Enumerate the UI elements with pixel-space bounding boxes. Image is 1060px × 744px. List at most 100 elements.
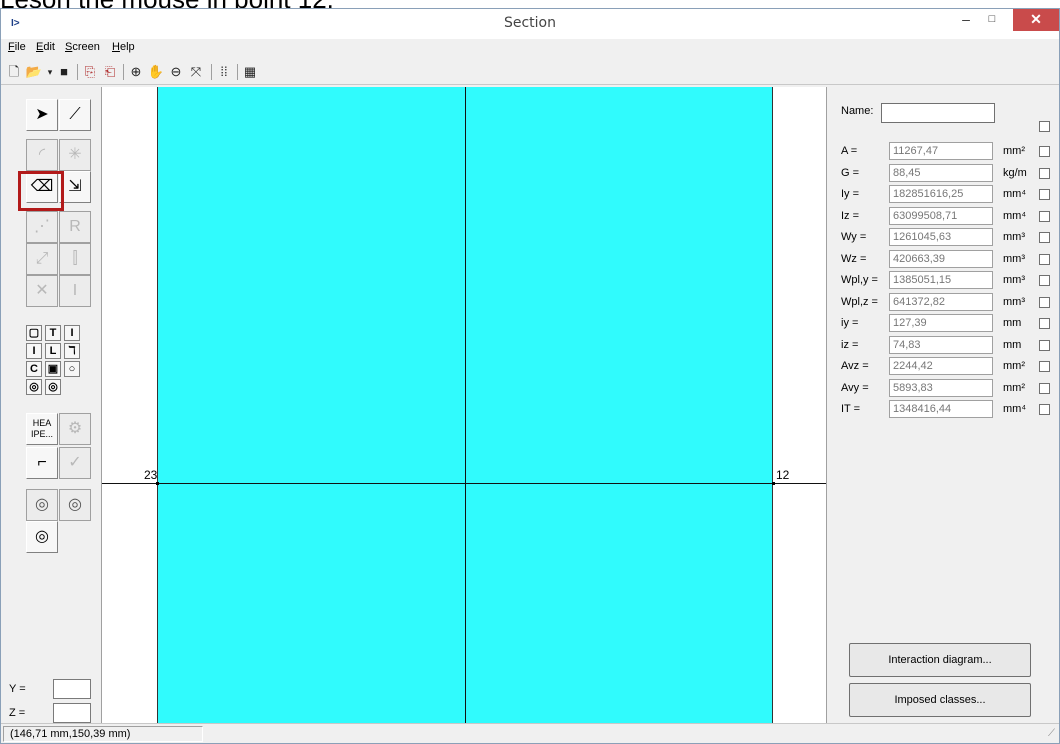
i-asym-shape-icon[interactable]: I	[26, 343, 42, 359]
property-checkbox[interactable]	[1039, 361, 1050, 372]
draw-line-icon[interactable]: ⟋	[59, 99, 91, 131]
save-icon[interactable]: ■	[55, 63, 73, 81]
property-label: Avz =	[841, 360, 869, 372]
y-input[interactable]	[53, 679, 91, 699]
grid-icon[interactable]: ⁞⁞	[215, 63, 233, 81]
interaction-diagram-button[interactable]: Interaction diagram...	[849, 643, 1031, 677]
property-checkbox[interactable]	[1039, 254, 1050, 265]
imposed-classes-button[interactable]: Imposed classes...	[849, 683, 1031, 717]
property-checkbox[interactable]	[1039, 146, 1050, 157]
fold-icon[interactable]: ✓	[59, 447, 91, 479]
property-checkbox[interactable]	[1039, 404, 1050, 415]
property-unit: mm⁴	[1003, 403, 1027, 415]
drawing-canvas[interactable]: 23 12	[101, 87, 827, 723]
box-shape-icon[interactable]: ▣	[45, 361, 61, 377]
select-point-icon[interactable]: ➤	[26, 99, 58, 131]
i-shape-icon[interactable]: I	[64, 325, 80, 341]
i-beam-icon[interactable]: I	[59, 275, 91, 307]
intersect-icon[interactable]: ◎	[26, 521, 58, 553]
property-value: 11267,47	[889, 142, 993, 160]
point-marker[interactable]	[772, 482, 775, 485]
maximize-button[interactable]: □	[979, 9, 1005, 31]
property-value: 641372,82	[889, 293, 993, 311]
profile-library-button[interactable]: HEA IPE...	[26, 413, 58, 445]
menu-file[interactable]: File	[8, 41, 26, 53]
z-shape-icon[interactable]: ℸ	[64, 343, 80, 359]
copy-icon[interactable]: ⎘	[81, 63, 99, 81]
shear-center-icon[interactable]: ✕	[26, 275, 58, 307]
zoom-in-icon[interactable]: ⊕	[127, 63, 145, 81]
property-unit: mm⁴	[1003, 210, 1027, 222]
tube-alt-shape-icon[interactable]: ◎	[45, 379, 61, 395]
circle-shape-icon[interactable]: ○	[64, 361, 80, 377]
property-value: 127,39	[889, 314, 993, 332]
rectangle-shape-icon[interactable]: ▢	[26, 325, 42, 341]
property-checkbox[interactable]	[1039, 340, 1050, 351]
material-icon[interactable]: ⚙	[59, 413, 91, 445]
zoom-out-icon[interactable]: ⊖	[167, 63, 185, 81]
property-label: G =	[841, 167, 860, 179]
cursor-coordinates: (146,71 mm,150,39 mm)	[3, 726, 203, 742]
property-checkbox[interactable]	[1039, 189, 1050, 200]
polygon-icon[interactable]: ⌐	[26, 447, 58, 479]
menu-screen[interactable]: Screen	[65, 41, 100, 53]
property-checkbox[interactable]	[1039, 383, 1050, 394]
property-checkbox[interactable]	[1039, 297, 1050, 308]
property-unit: mm²	[1003, 145, 1025, 157]
y-label: Y =	[9, 683, 26, 695]
l-shape-icon[interactable]: L	[45, 343, 61, 359]
property-label: Wz =	[841, 253, 867, 265]
thickness-icon[interactable]: ⤢	[26, 243, 58, 275]
radius-icon[interactable]: R	[59, 211, 91, 243]
t-shape-icon[interactable]: T	[45, 325, 61, 341]
calculator-icon[interactable]: ▦	[241, 63, 259, 81]
property-value: 63099508,71	[889, 207, 993, 225]
toolbar-separator	[77, 64, 78, 80]
property-label: IT =	[841, 403, 861, 415]
toolbar: 🗋 📂 ▾ ■ ⎘ ⎗ ⊕ ✋ ⊖ ⤧ ⁞⁞ ▦	[1, 59, 1059, 85]
star-point-icon[interactable]: ✳	[59, 139, 91, 171]
zoom-extents-icon[interactable]: ⤧	[187, 63, 205, 81]
union-icon[interactable]: ◎	[26, 489, 58, 521]
status-bar: (146,71 mm,150,39 mm) ⟋	[1, 723, 1059, 743]
property-unit: mm³	[1003, 231, 1025, 243]
resize-grip-icon[interactable]: ⟋	[1048, 728, 1055, 739]
property-checkbox[interactable]	[1039, 318, 1050, 329]
property-checkbox[interactable]	[1039, 232, 1050, 243]
property-value: 420663,39	[889, 250, 993, 268]
point-label-23: 23	[144, 468, 158, 482]
name-checkbox[interactable]	[1039, 121, 1050, 132]
property-label: Iz =	[841, 210, 860, 222]
property-value: 74,83	[889, 336, 993, 354]
c-shape-icon[interactable]: C	[26, 361, 42, 377]
minimize-button[interactable]: –	[953, 9, 979, 31]
dimension-icon[interactable]: ⋰	[26, 211, 58, 243]
new-icon[interactable]: 🗋	[5, 63, 23, 81]
menu-edit[interactable]: Edit	[36, 41, 55, 53]
property-checkbox[interactable]	[1039, 211, 1050, 222]
name-label: Name:	[841, 105, 874, 117]
z-input[interactable]	[53, 703, 91, 723]
property-checkbox[interactable]	[1039, 275, 1050, 286]
property-checkbox[interactable]	[1039, 168, 1050, 179]
name-input[interactable]	[881, 103, 995, 123]
menu-bar: File Edit Screen Help	[1, 39, 1059, 59]
profile-icon[interactable]: ⫿	[59, 243, 91, 275]
close-button[interactable]: ✕	[1013, 9, 1059, 31]
property-label: Wpl,y =	[841, 274, 878, 286]
tube-shape-icon[interactable]: ◎	[26, 379, 42, 395]
subtract-icon[interactable]: ◎	[59, 489, 91, 521]
property-label: Iy =	[841, 188, 860, 200]
property-label: iz =	[841, 339, 859, 351]
window-title: Section	[503, 15, 556, 31]
property-unit: mm³	[1003, 296, 1025, 308]
property-label: Wpl,z =	[841, 296, 878, 308]
menu-help[interactable]: Help	[112, 41, 135, 53]
pan-icon[interactable]: ✋	[147, 63, 165, 81]
point-marker[interactable]	[156, 482, 159, 485]
paste-icon[interactable]: ⎗	[101, 63, 119, 81]
title-bar[interactable]: I> Section – □ ✕	[1, 9, 1059, 39]
arc-icon[interactable]: ◜	[26, 139, 58, 171]
property-value: 182851616,25	[889, 185, 993, 203]
property-label: Wy =	[841, 231, 867, 243]
